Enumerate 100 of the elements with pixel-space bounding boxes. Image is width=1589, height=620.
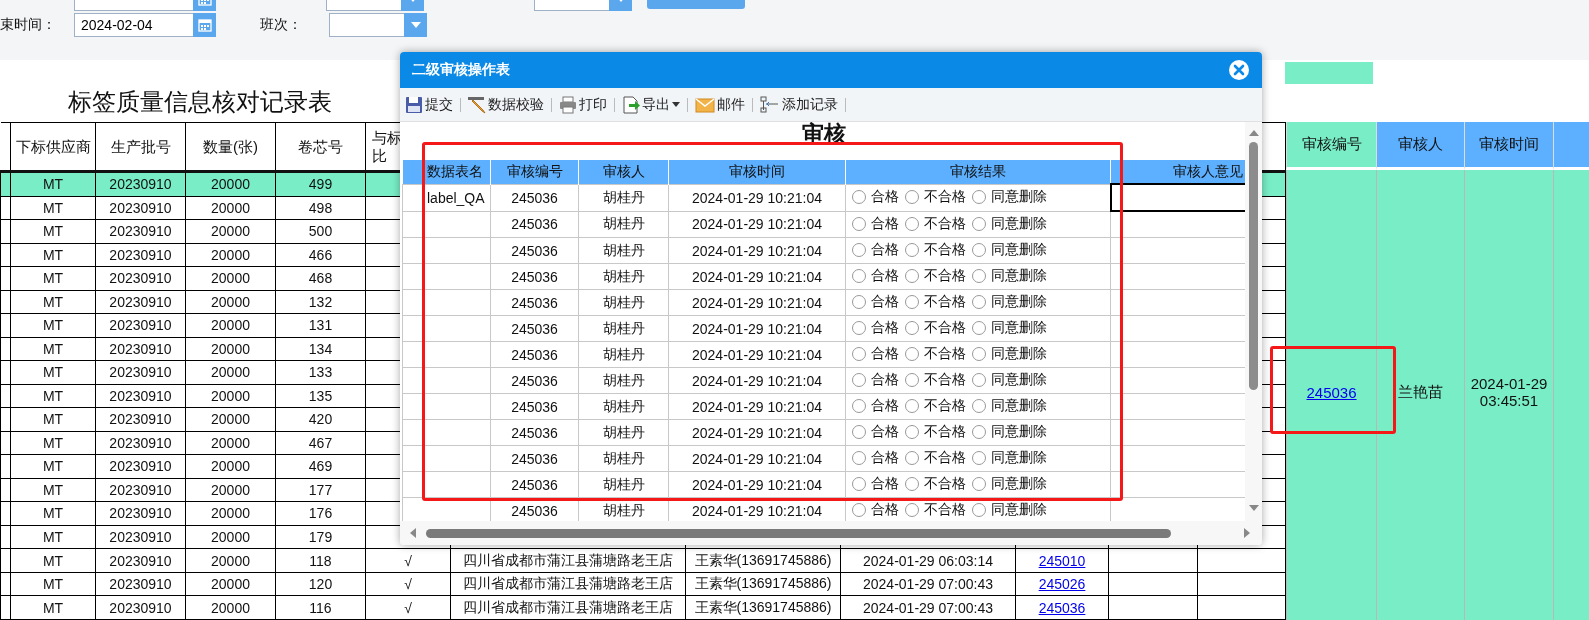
toolbar-button[interactable]: 数据校验 bbox=[465, 95, 547, 114]
radio-option[interactable]: 不合格 bbox=[905, 449, 966, 467]
table-cell: 2024-01-29 10:21:04 bbox=[692, 502, 822, 519]
radio-option[interactable]: 同意删除 bbox=[972, 501, 1047, 519]
radio-option[interactable]: 同意删除 bbox=[972, 345, 1047, 363]
table-cell: MT bbox=[42, 364, 64, 381]
scroll-down-arrow-icon[interactable] bbox=[1248, 505, 1259, 511]
radio-option[interactable]: 同意删除 bbox=[972, 267, 1047, 285]
radio-option[interactable]: 同意删除 bbox=[972, 449, 1047, 467]
radio-option[interactable]: 同意删除 bbox=[972, 475, 1047, 493]
radio-option[interactable]: 同意删除 bbox=[972, 371, 1047, 389]
toolbar-button[interactable]: 邮件 bbox=[692, 95, 748, 114]
caret-icon[interactable] bbox=[404, 13, 427, 37]
toolbar-button[interactable]: 添加记录 bbox=[757, 95, 841, 114]
radio-option[interactable]: 合格 bbox=[852, 423, 899, 441]
table-cell: 胡桂丹 bbox=[602, 293, 645, 310]
radio-option[interactable]: 不合格 bbox=[905, 501, 966, 519]
table-cell: MT bbox=[42, 176, 64, 193]
radio-option[interactable]: 同意删除 bbox=[972, 319, 1047, 337]
radio-option[interactable]: 不合格 bbox=[905, 293, 966, 311]
scroll-right-arrow-icon[interactable] bbox=[1244, 528, 1250, 538]
table-cell: 20230910 bbox=[109, 293, 172, 310]
table-cell: 胡桂丹 bbox=[602, 475, 645, 492]
table-cell: 20230910 bbox=[109, 246, 172, 263]
radio-option[interactable]: 不合格 bbox=[905, 188, 966, 206]
toolbar-button[interactable]: 导出 bbox=[619, 95, 683, 114]
table-cell: 2024-01-29 10:21:04 bbox=[692, 476, 822, 493]
radio-option[interactable]: 同意删除 bbox=[972, 241, 1047, 259]
radio-option[interactable]: 合格 bbox=[852, 319, 899, 337]
radio-option[interactable]: 不合格 bbox=[905, 267, 966, 285]
table-cell: 500 bbox=[308, 223, 333, 240]
table-cell: 177 bbox=[308, 481, 333, 498]
radio-option[interactable]: 同意删除 bbox=[972, 397, 1047, 415]
radio-option[interactable]: 合格 bbox=[852, 475, 899, 493]
radio-option[interactable]: 合格 bbox=[852, 345, 899, 363]
radio-option[interactable]: 不合格 bbox=[905, 475, 966, 493]
radio-option[interactable]: 不合格 bbox=[905, 423, 966, 441]
radio-option[interactable]: 合格 bbox=[852, 188, 899, 206]
radio-option[interactable]: 合格 bbox=[852, 449, 899, 467]
toolbar-button[interactable]: 提交 bbox=[402, 95, 456, 114]
table-cell: 20230910 bbox=[109, 411, 172, 428]
table-cell: MT bbox=[42, 576, 64, 592]
calendar-icon[interactable] bbox=[193, 13, 216, 37]
table-row[interactable]: MT 20230910 20000 120 √ 四川省成都市蒲江县蒲塘路老王店 王素华(13691745886) 2024-01-29 07:00:43 245026 bbox=[0, 572, 1286, 596]
table-cell: MT bbox=[42, 293, 64, 310]
table-cell: 20000 bbox=[211, 387, 250, 404]
radio-option[interactable]: 同意删除 bbox=[972, 293, 1047, 311]
dropdown-field[interactable] bbox=[329, 13, 404, 37]
column-header: 审核人 bbox=[602, 162, 645, 179]
table-cell: 469 bbox=[308, 458, 333, 475]
table-row[interactable]: MT 20230910 20000 118 √ 四川省成都市蒲江县蒲塘路老王店 王素华(13691745886) 2024-01-29 06:03:14 245010 bbox=[0, 548, 1286, 573]
table-cell: 20000 bbox=[211, 505, 250, 522]
table-row[interactable]: MT 20230910 20000 116 √ 四川省成都市蒲江县蒲塘路老王店 王素华(13691745886) 2024-01-29 07:00:43 245036 bbox=[0, 595, 1286, 620]
radio-option[interactable]: 合格 bbox=[852, 214, 899, 233]
reviewer-name: 兰艳苗 bbox=[1398, 382, 1443, 402]
page-title: 标签质量信息核对记录表 bbox=[68, 87, 332, 117]
radio-option[interactable]: 不合格 bbox=[905, 371, 966, 389]
table-cell: 133 bbox=[308, 364, 333, 381]
toolbar-button[interactable]: 打印 bbox=[556, 95, 610, 114]
export-document-icon bbox=[622, 95, 640, 114]
radio-option[interactable]: 合格 bbox=[852, 267, 899, 285]
table-cell: 245036 bbox=[511, 268, 558, 285]
radio-option[interactable]: 合格 bbox=[852, 371, 899, 389]
radio-option[interactable]: 合格 bbox=[852, 501, 899, 519]
radio-option[interactable]: 同意删除 bbox=[972, 188, 1047, 206]
radio-option[interactable]: 同意删除 bbox=[972, 214, 1047, 233]
table-cell: 20230910 bbox=[109, 505, 172, 522]
envelope-icon bbox=[695, 96, 715, 113]
radio-option[interactable]: 合格 bbox=[852, 397, 899, 415]
radio-option[interactable]: 合格 bbox=[852, 241, 899, 259]
horizontal-scrollbar[interactable] bbox=[400, 521, 1262, 545]
opinion-input-field[interactable] bbox=[1110, 184, 1246, 211]
table-cell: 245036 bbox=[511, 450, 558, 467]
review-number-link[interactable]: 245036 bbox=[1306, 383, 1357, 401]
column-header: 下标供应商 bbox=[15, 137, 91, 155]
vertical-scrollbar[interactable] bbox=[1245, 122, 1262, 521]
radio-option[interactable]: 不合格 bbox=[905, 345, 966, 363]
close-icon[interactable] bbox=[1228, 59, 1250, 81]
table-cell: 胡桂丹 bbox=[602, 423, 645, 440]
table-cell: 2024-01-29 07:00:43 bbox=[863, 576, 993, 592]
table-cell: 245036 bbox=[511, 216, 558, 233]
scroll-left-arrow-icon[interactable] bbox=[410, 528, 416, 538]
radio-option[interactable]: 不合格 bbox=[905, 241, 966, 259]
table-cell: label_QA bbox=[427, 189, 485, 206]
table-cell: 胡桂丹 bbox=[602, 188, 645, 205]
table-cell: 20230910 bbox=[109, 458, 172, 475]
date-field[interactable]: 2024-02-04 bbox=[74, 13, 193, 37]
table-cell: 20000 bbox=[211, 317, 250, 334]
radio-option[interactable]: 不合格 bbox=[905, 214, 966, 233]
radio-option[interactable]: 同意删除 bbox=[972, 423, 1047, 441]
table-cell: 2024-01-29 10:21:04 bbox=[692, 268, 822, 285]
scroll-up-arrow-icon[interactable] bbox=[1248, 130, 1259, 136]
radio-option[interactable]: 不合格 bbox=[905, 397, 966, 415]
radio-option[interactable]: 不合格 bbox=[905, 319, 966, 337]
table-cell: 王素华(13691745886) bbox=[694, 551, 832, 568]
table-cell: MT bbox=[42, 223, 64, 240]
table-cell: 20000 bbox=[211, 599, 250, 616]
radio-option[interactable]: 合格 bbox=[852, 293, 899, 311]
table-cell: 2024-01-29 10:21:04 bbox=[692, 216, 822, 233]
table-cell: 20000 bbox=[211, 246, 250, 263]
